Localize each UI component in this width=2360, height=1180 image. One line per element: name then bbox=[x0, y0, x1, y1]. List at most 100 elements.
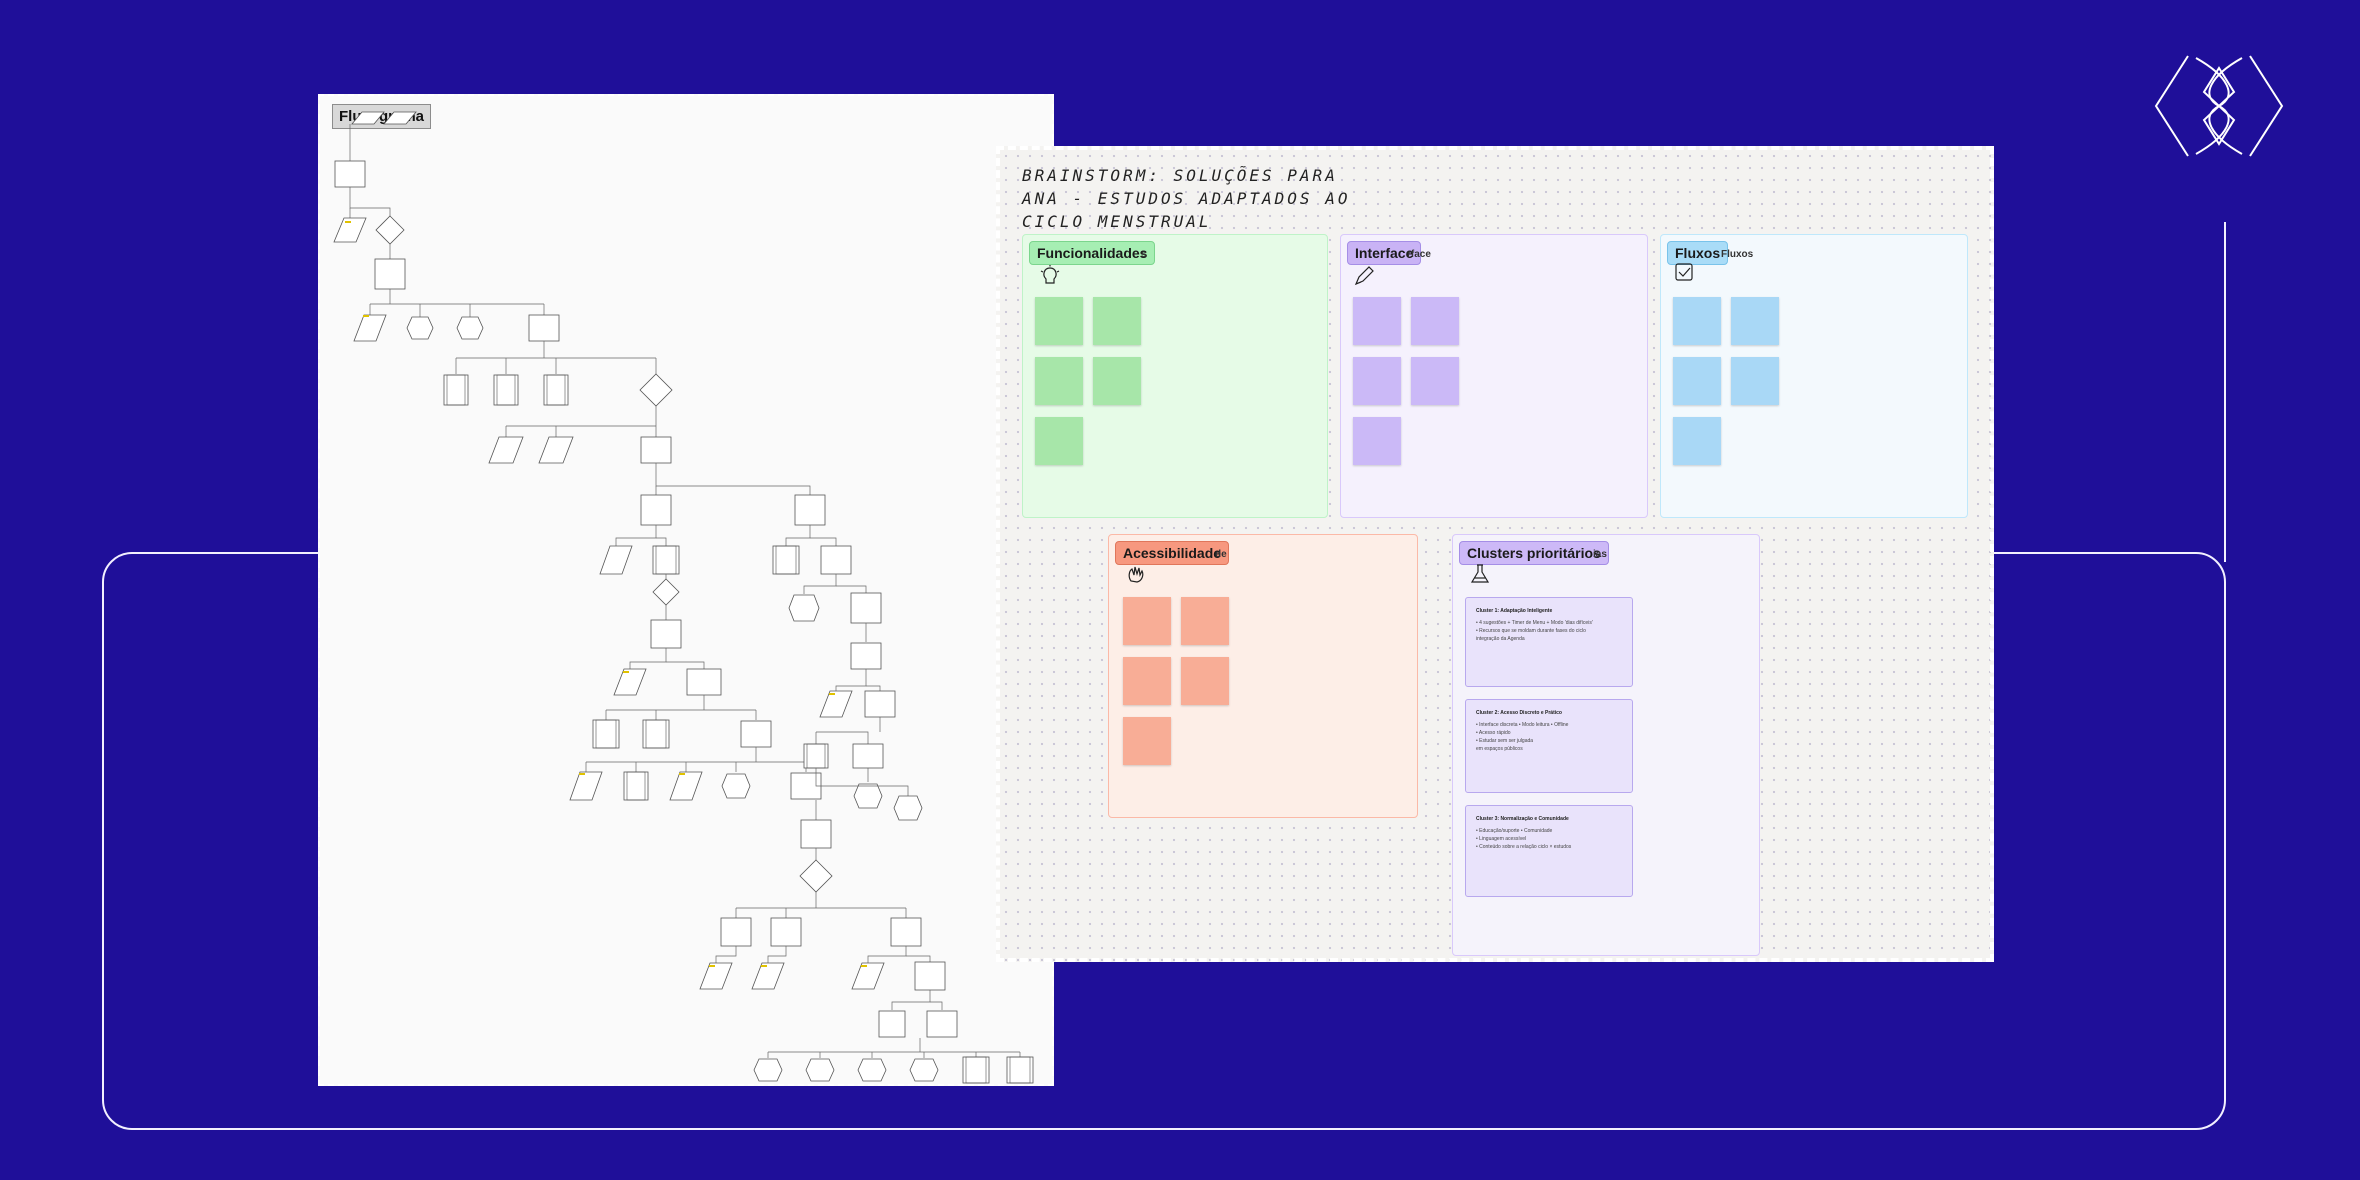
flow-connector bbox=[930, 1001, 943, 1010]
section-fluxos[interactable]: Fluxos Fluxos bbox=[1660, 234, 1968, 518]
flow-preparation-shape bbox=[406, 316, 434, 340]
sticky-note[interactable] bbox=[1673, 297, 1721, 345]
sticky-note[interactable] bbox=[1181, 597, 1229, 645]
flow-highlight-mark bbox=[761, 965, 767, 967]
flow-process-box bbox=[443, 374, 469, 406]
flow-process-box bbox=[890, 917, 922, 947]
flowchart-diagram bbox=[333, 111, 1034, 1084]
cluster-title: Cluster 3: Normalização e Comunidade bbox=[1476, 816, 1569, 822]
sticky-note[interactable] bbox=[1411, 357, 1459, 405]
sticky-note[interactable] bbox=[1731, 357, 1779, 405]
flow-process-box bbox=[642, 719, 670, 749]
cluster-title: Cluster 1: Adaptação Inteligente bbox=[1476, 608, 1553, 614]
lightbulb-icon bbox=[1040, 265, 1060, 284]
flask-icon bbox=[1470, 564, 1490, 583]
sticky-note[interactable] bbox=[1035, 297, 1083, 345]
cluster-card[interactable]: Cluster 2: Acesso Discreto e Prático • I… bbox=[1465, 699, 1633, 793]
sticky-note[interactable] bbox=[1673, 357, 1721, 405]
checklist-icon bbox=[1675, 263, 1693, 281]
cluster-line: • Estudar sem ser julgada bbox=[1476, 738, 1534, 744]
flow-preparation-shape bbox=[857, 1058, 887, 1082]
flow-decision-diamond bbox=[799, 859, 833, 893]
flow-connector bbox=[715, 946, 737, 964]
flow-process-box bbox=[652, 545, 680, 575]
brainstorm-title: BRAINSTORM: SOLUÇÕES PARA ANA - ESTUDOS … bbox=[1022, 166, 1351, 231]
section-clusters-prioritarios[interactable]: Clusters prioritários ias Cluster 1: Ada… bbox=[1452, 534, 1760, 956]
brand-logo-icon bbox=[2148, 46, 2290, 166]
sticky-note[interactable] bbox=[1093, 357, 1141, 405]
flow-connector bbox=[810, 537, 837, 546]
flow-process-box bbox=[772, 545, 800, 575]
cluster-line: • Linguagem acessível bbox=[1476, 836, 1527, 842]
sticky-note[interactable] bbox=[1353, 297, 1401, 345]
flow-connector bbox=[615, 525, 657, 546]
sticky-note[interactable] bbox=[1123, 597, 1171, 645]
flow-io-shape bbox=[353, 314, 387, 342]
flowchart-board[interactable]: Fluxograma bbox=[318, 94, 1054, 1086]
flow-process-box bbox=[623, 771, 649, 801]
flow-connector bbox=[835, 669, 867, 692]
flow-process-box bbox=[650, 619, 682, 649]
flow-process-box bbox=[850, 592, 882, 624]
flow-io-shape bbox=[569, 771, 603, 801]
sticky-note[interactable] bbox=[1035, 417, 1083, 465]
flow-io-shape bbox=[488, 436, 524, 464]
flow-process-box bbox=[820, 545, 852, 575]
flow-highlight-mark bbox=[709, 965, 715, 967]
flow-decision-diamond bbox=[652, 578, 680, 606]
flow-process-box bbox=[720, 917, 752, 947]
flow-process-box bbox=[864, 690, 896, 718]
section-subtitle: ias bbox=[1593, 549, 1607, 560]
background-outline-line bbox=[2224, 222, 2226, 562]
flow-connector bbox=[803, 574, 837, 594]
flow-connector bbox=[891, 990, 931, 1010]
section-interface[interactable]: Interface rface bbox=[1340, 234, 1648, 518]
flow-process-box bbox=[640, 494, 672, 526]
section-funcionalidades[interactable]: Funcionalidades s bbox=[1022, 234, 1328, 518]
brainstorm-board[interactable]: BRAINSTORM: SOLUÇÕES PARA ANA - ESTUDOS … bbox=[996, 146, 1994, 962]
cluster-line: • Conteúdo sobre a relação ciclo × estud… bbox=[1476, 844, 1572, 850]
sticky-note[interactable] bbox=[1411, 297, 1459, 345]
section-label: Acessibilidade bbox=[1115, 541, 1230, 565]
pen-icon bbox=[1354, 266, 1374, 286]
sticky-note[interactable] bbox=[1731, 297, 1779, 345]
flow-preparation-shape bbox=[753, 1058, 783, 1082]
sticky-note[interactable] bbox=[1181, 657, 1229, 705]
sticky-note[interactable] bbox=[1673, 417, 1721, 465]
cluster-card[interactable]: Cluster 3: Normalização e Comunidade • E… bbox=[1465, 805, 1633, 897]
flow-process-box bbox=[770, 917, 802, 947]
flow-process-box bbox=[374, 258, 406, 290]
flow-process-box bbox=[852, 743, 884, 769]
flow-process-box bbox=[850, 642, 882, 670]
flow-io-shape bbox=[699, 962, 733, 990]
flow-connector bbox=[655, 463, 811, 496]
flow-connector bbox=[349, 187, 391, 222]
cluster-line: • 4 sugestões + Timer de Menu + Modo 'di… bbox=[1476, 620, 1593, 626]
flow-process-box bbox=[493, 374, 519, 406]
section-acessibilidade[interactable]: Acessibilidade de bbox=[1108, 534, 1418, 818]
flow-process-box bbox=[1006, 1056, 1034, 1084]
sticky-note[interactable] bbox=[1093, 297, 1141, 345]
sticky-note[interactable] bbox=[1035, 357, 1083, 405]
cluster-card[interactable]: Cluster 1: Adaptação Inteligente • 4 sug… bbox=[1465, 597, 1633, 687]
flow-process-box bbox=[640, 436, 672, 464]
flow-process-box bbox=[528, 314, 560, 342]
flow-io-shape bbox=[538, 436, 574, 464]
flow-process-box bbox=[926, 1010, 958, 1038]
sticky-note[interactable] bbox=[1123, 717, 1171, 765]
flow-connector bbox=[785, 525, 811, 546]
flow-io-shape bbox=[819, 690, 853, 718]
cluster-title: Cluster 2: Acesso Discreto e Prático bbox=[1476, 710, 1562, 716]
sticky-note[interactable] bbox=[1123, 657, 1171, 705]
sticky-note[interactable] bbox=[1353, 417, 1401, 465]
flow-highlight-mark bbox=[829, 693, 835, 695]
section-label: Funcionalidades bbox=[1029, 241, 1156, 265]
section-subtitle: s bbox=[1141, 249, 1147, 260]
flow-process-box bbox=[740, 720, 772, 748]
flow-highlight-mark bbox=[363, 315, 369, 317]
sticky-note[interactable] bbox=[1353, 357, 1401, 405]
cluster-line: • Educação/suporte • Comunidade bbox=[1476, 828, 1553, 834]
flow-process-box bbox=[334, 160, 366, 188]
flow-io-shape bbox=[599, 545, 633, 575]
flow-highlight-mark bbox=[345, 221, 351, 223]
